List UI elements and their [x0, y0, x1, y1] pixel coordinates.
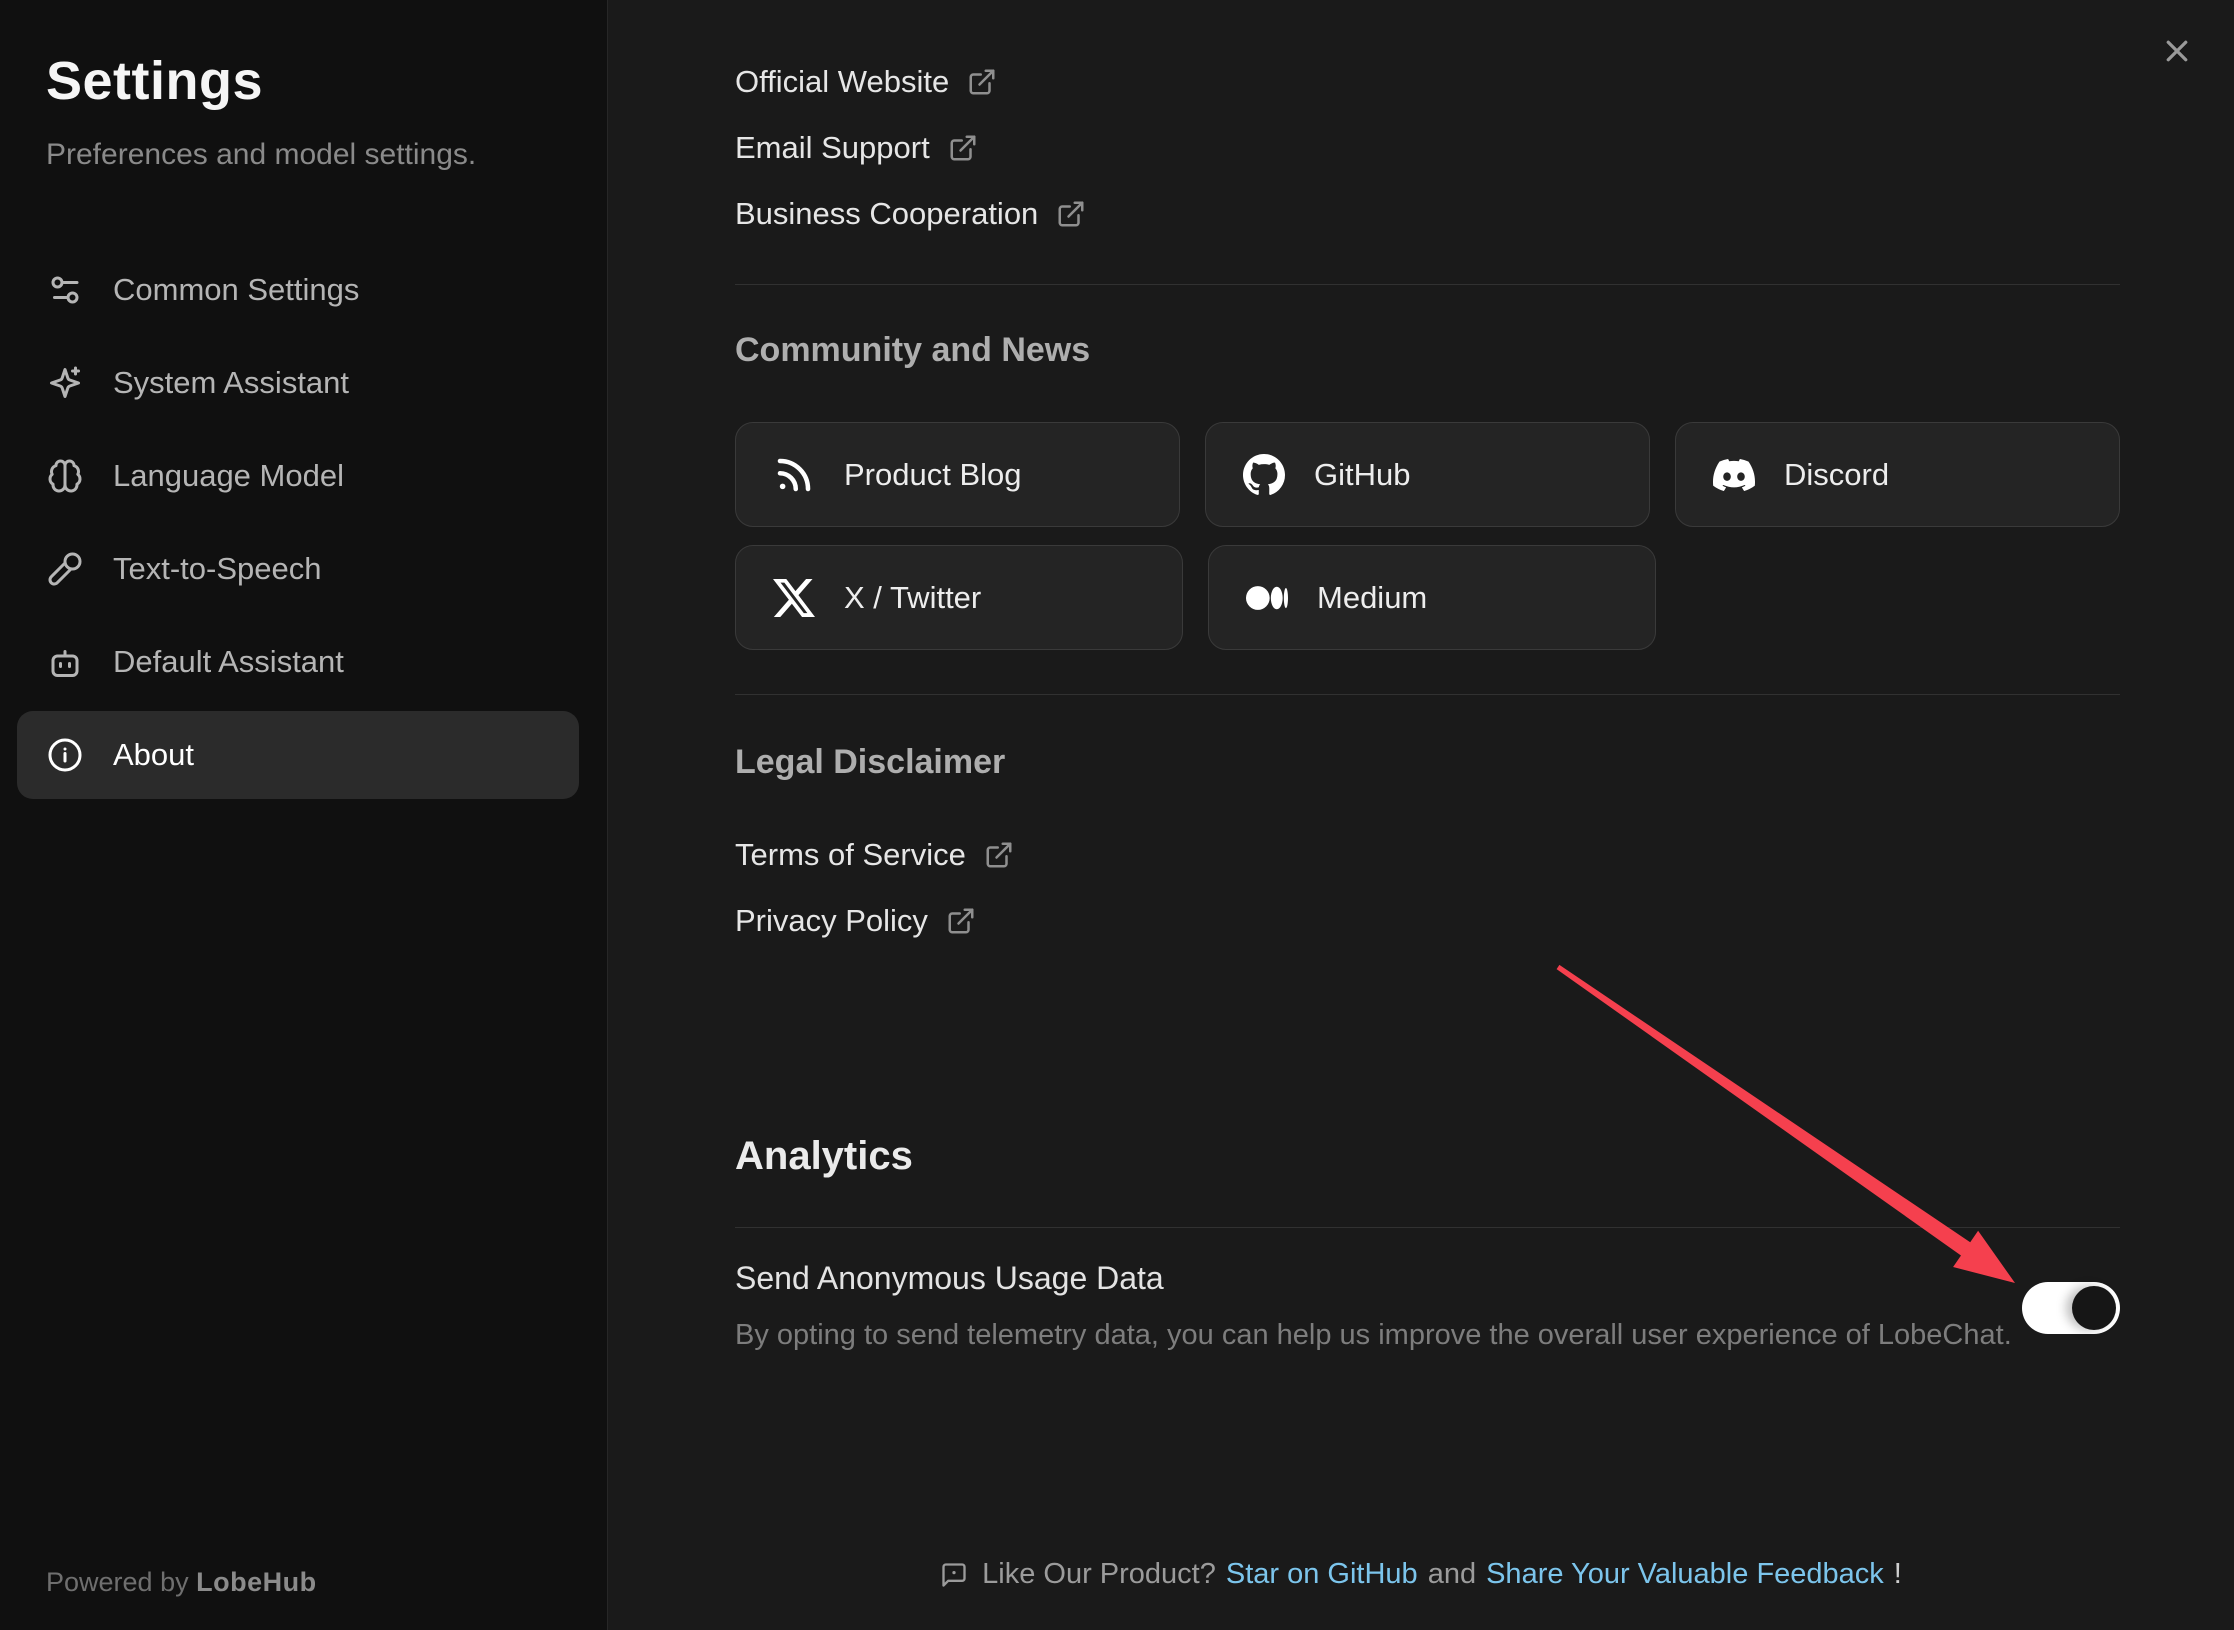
- page-subtitle: Preferences and model settings.: [46, 138, 579, 172]
- powered-by-text: Powered by: [46, 1567, 189, 1597]
- link-label: Privacy Policy: [735, 903, 928, 939]
- sidebar-item-label: Text-to-Speech: [113, 551, 322, 587]
- external-link-icon: [1056, 199, 1086, 229]
- analytics-heading: Analytics: [735, 1134, 2120, 1179]
- community-heading: Community and News: [735, 331, 2120, 370]
- sidebar-item-system-assistant[interactable]: System Assistant: [17, 339, 579, 427]
- info-icon: [47, 737, 83, 773]
- sidebar-item-about[interactable]: About: [17, 711, 579, 799]
- legal-heading: Legal Disclaimer: [735, 743, 2120, 782]
- community-buttons-row-1: Product Blog GitHub Discord: [735, 422, 2120, 527]
- sparkles-icon: [47, 365, 83, 401]
- close-button[interactable]: [2156, 30, 2198, 72]
- contact-links: Official Website Email Support Business …: [735, 49, 2120, 247]
- contact-us-heading: Contact Us: [735, 0, 2120, 6]
- medium-button[interactable]: Medium: [1208, 545, 1656, 650]
- page-title: Settings: [46, 50, 579, 112]
- divider: [735, 694, 2120, 695]
- community-buttons-row-2: X / Twitter Medium: [735, 545, 2120, 650]
- share-feedback-link[interactable]: Share Your Valuable Feedback: [1486, 1558, 1884, 1591]
- github-icon: [1242, 453, 1286, 497]
- analytics-setting-row: Send Anonymous Usage Data By opting to s…: [735, 1260, 2120, 1352]
- sidebar-item-label: System Assistant: [113, 365, 349, 401]
- sidebar-item-default-assistant[interactable]: Default Assistant: [17, 618, 579, 706]
- divider: [735, 1227, 2120, 1228]
- discord-icon: [1712, 453, 1756, 497]
- footer-prefix: Like Our Product?: [982, 1558, 1216, 1591]
- x-twitter-icon: [772, 576, 816, 620]
- legal-links: Terms of Service Privacy Policy: [735, 822, 2120, 954]
- settings-sidebar: Settings Preferences and model settings.…: [0, 0, 608, 1630]
- official-website-link[interactable]: Official Website: [735, 49, 2120, 115]
- sidebar-item-common-settings[interactable]: Common Settings: [17, 246, 579, 334]
- toggle-knob: [2072, 1286, 2116, 1330]
- business-cooperation-link[interactable]: Business Cooperation: [735, 181, 2120, 247]
- sidebar-item-label: About: [113, 737, 194, 773]
- email-support-link[interactable]: Email Support: [735, 115, 2120, 181]
- privacy-policy-link[interactable]: Privacy Policy: [735, 888, 2120, 954]
- brain-icon: [47, 458, 83, 494]
- link-label: Email Support: [735, 130, 930, 166]
- external-link-icon: [948, 133, 978, 163]
- button-label: X / Twitter: [844, 580, 981, 616]
- link-label: Official Website: [735, 64, 949, 100]
- footer-suffix: !: [1894, 1558, 1902, 1591]
- link-label: Business Cooperation: [735, 196, 1038, 232]
- external-link-icon: [984, 840, 1014, 870]
- setting-description: By opting to send telemetry data, you ca…: [735, 1319, 2012, 1352]
- usage-data-toggle[interactable]: [2022, 1282, 2120, 1334]
- button-label: Medium: [1317, 580, 1427, 616]
- sidebar-item-language-model[interactable]: Language Model: [17, 432, 579, 520]
- x-twitter-button[interactable]: X / Twitter: [735, 545, 1183, 650]
- divider: [735, 284, 2120, 285]
- lobehub-brand: LobeHub: [196, 1567, 316, 1597]
- sidebar-item-label: Language Model: [113, 458, 344, 494]
- bot-icon: [47, 644, 83, 680]
- discord-button[interactable]: Discord: [1675, 422, 2120, 527]
- settings-modal: Settings Preferences and model settings.…: [0, 0, 2234, 1630]
- external-link-icon: [946, 906, 976, 936]
- close-icon: [2162, 36, 2192, 66]
- github-button[interactable]: GitHub: [1205, 422, 1650, 527]
- terms-of-service-link[interactable]: Terms of Service: [735, 822, 2120, 888]
- external-link-icon: [967, 67, 997, 97]
- star-on-github-link[interactable]: Star on GitHub: [1226, 1558, 1418, 1591]
- main-footer: Like Our Product? Star on GitHub and Sha…: [608, 1558, 2234, 1591]
- powered-by: Powered by LobeHub: [46, 1567, 317, 1598]
- sidebar-nav: Common Settings System Assistant Languag…: [17, 246, 579, 804]
- setting-title: Send Anonymous Usage Data: [735, 1260, 2012, 1297]
- medium-icon: [1245, 576, 1289, 620]
- link-label: Terms of Service: [735, 837, 966, 873]
- about-panel: Contact Us Official Website Email Suppor…: [608, 0, 2234, 1630]
- analytics-setting-text: Send Anonymous Usage Data By opting to s…: [735, 1260, 2012, 1352]
- sidebar-item-label: Common Settings: [113, 272, 359, 308]
- sliders-icon: [47, 272, 83, 308]
- product-blog-button[interactable]: Product Blog: [735, 422, 1180, 527]
- button-label: Product Blog: [844, 457, 1022, 493]
- feedback-bubble-icon: [940, 1560, 970, 1590]
- mic-icon: [47, 551, 83, 587]
- rss-icon: [772, 453, 816, 497]
- sidebar-item-label: Default Assistant: [113, 644, 344, 680]
- button-label: GitHub: [1314, 457, 1410, 493]
- footer-connector: and: [1428, 1558, 1476, 1591]
- sidebar-item-text-to-speech[interactable]: Text-to-Speech: [17, 525, 579, 613]
- button-label: Discord: [1784, 457, 1889, 493]
